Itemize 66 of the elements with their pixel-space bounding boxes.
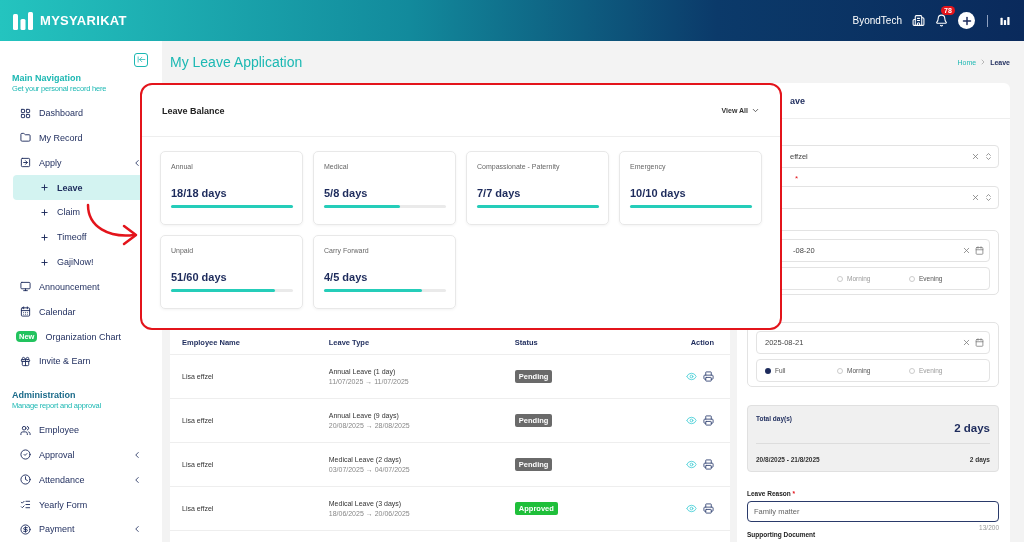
folder-icon (20, 132, 31, 144)
section-title: Administration (12, 389, 77, 400)
balance-value: 10/10 days (630, 187, 687, 199)
view-icon[interactable] (686, 414, 697, 426)
print-icon[interactable] (703, 458, 714, 470)
collapse-button[interactable] (134, 53, 148, 67)
arrow-square-icon (20, 157, 31, 169)
page-title: My Leave Application (170, 54, 303, 70)
nav-item[interactable]: Calendar (12, 299, 148, 325)
logo-icon (12, 9, 34, 32)
clear-icon[interactable] (971, 152, 980, 161)
plus-icon (40, 232, 49, 242)
nav-item[interactable]: Employee (12, 417, 148, 443)
nav-item[interactable]: Invite & Earn (12, 348, 148, 374)
nav-item[interactable]: My Record (12, 125, 148, 151)
building-icon[interactable] (912, 14, 925, 27)
clear-icon[interactable] (962, 246, 971, 255)
nav-item[interactable]: Announcement (12, 274, 148, 300)
company-name: ByondTech (852, 15, 902, 26)
nav-item[interactable]: Apply (12, 150, 148, 176)
check-circle-icon (20, 449, 31, 461)
total-value: 2 days (756, 422, 990, 444)
nav-item[interactable]: Payment (12, 517, 148, 542)
balance-value: 7/7 days (477, 187, 522, 199)
monitor-icon (20, 281, 31, 293)
plus-icon (40, 207, 49, 217)
bell-icon[interactable] (935, 14, 948, 27)
logo-icon (1000, 15, 1010, 26)
clock-icon (20, 474, 31, 486)
view-icon[interactable] (686, 458, 697, 470)
users-icon (20, 424, 31, 436)
balance-value: 5/8 days (324, 187, 369, 199)
brand-name: MYSYARIKAT (40, 13, 127, 28)
chevron-down-icon (751, 106, 760, 115)
calendar-icon[interactable] (975, 246, 984, 255)
plus-icon (40, 257, 49, 267)
nav-item[interactable]: Claim (13, 199, 148, 225)
dollar-icon (20, 523, 31, 535)
plus-icon (40, 183, 49, 193)
section-title: Main Navigation (12, 72, 82, 83)
nav-item[interactable]: Timeoff (13, 224, 148, 250)
clear-icon[interactable] (962, 338, 971, 347)
print-icon[interactable] (703, 414, 714, 426)
clear-icon[interactable] (971, 193, 980, 202)
nav-item[interactable]: GajiNow! (13, 249, 148, 275)
popup-title: Leave Balance (162, 105, 225, 116)
add-button[interactable] (958, 12, 975, 29)
gift-icon (20, 355, 31, 367)
grid-icon (20, 107, 31, 119)
calendar-icon[interactable] (975, 338, 984, 347)
nav-item[interactable]: Dashboard (12, 100, 148, 126)
view-icon[interactable] (686, 370, 697, 382)
nav-item[interactable]: Yearly Form (12, 492, 148, 518)
view-icon[interactable] (686, 502, 697, 514)
balance-value: 4/5 days (324, 271, 369, 283)
calendar-icon (20, 306, 31, 318)
nav-item[interactable]: Attendance (12, 467, 148, 493)
print-icon[interactable] (703, 370, 714, 382)
list-icon (20, 499, 31, 511)
updown-icon (984, 193, 993, 202)
required-mark: * (795, 174, 800, 184)
nav-item[interactable]: Approval (12, 442, 148, 468)
print-icon[interactable] (703, 502, 714, 514)
updown-icon (984, 152, 993, 161)
balance-value: 51/60 days (171, 271, 228, 283)
balance-value: 18/18 days (171, 187, 228, 199)
